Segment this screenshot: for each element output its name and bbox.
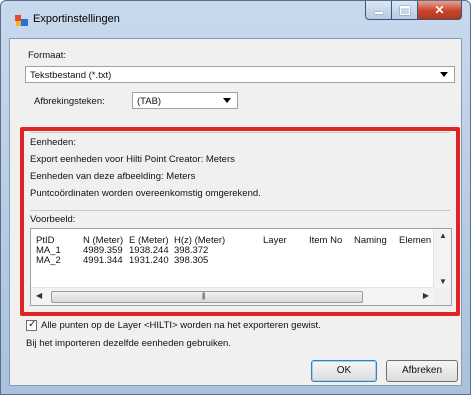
caption-buttons: ✕ xyxy=(365,1,462,21)
column-header-element[interactable]: Elemen xyxy=(399,235,431,246)
separator-value: (TAB) xyxy=(137,96,162,107)
scroll-up-icon[interactable]: ▲ xyxy=(439,231,447,240)
units-preview-highlight: Eenheden: Export eenheden voor Hilti Poi… xyxy=(20,127,460,316)
units-heading: Eenheden: xyxy=(30,137,76,148)
minimize-icon xyxy=(374,12,383,14)
group-divider xyxy=(30,210,450,211)
window-title: Exportinstellingen xyxy=(33,13,120,25)
delete-points-label[interactable]: Alle punten op de Layer <HILTI> worden n… xyxy=(41,320,321,331)
import-note: Bij het importeren dezelfde eenheden geb… xyxy=(26,338,231,349)
cell-n: 4991.344 xyxy=(83,255,123,266)
scroll-right-icon[interactable]: ▶ xyxy=(423,291,429,300)
cell-e: 1931.240 xyxy=(129,255,169,266)
scroll-thumb[interactable]: ||| xyxy=(51,291,363,303)
scroll-left-icon[interactable]: ◀ xyxy=(36,291,42,300)
maximize-icon xyxy=(399,5,410,15)
horizontal-scrollbar[interactable]: ◀ ||| ▶ xyxy=(31,287,434,305)
format-select[interactable]: Tekstbestand (*.txt) xyxy=(25,66,455,83)
ok-button[interactable]: OK xyxy=(311,360,377,382)
column-header-item-no[interactable]: Item No xyxy=(309,235,342,246)
close-button[interactable]: ✕ xyxy=(418,1,462,20)
chevron-down-icon xyxy=(440,72,448,77)
preview-label: Voorbeeld: xyxy=(30,214,76,225)
separator-label: Afbrekingsteken: xyxy=(34,96,105,107)
format-label: Formaat: xyxy=(28,50,67,61)
title-bar[interactable]: Exportinstellingen ✕ xyxy=(1,1,470,37)
scroll-down-icon[interactable]: ▼ xyxy=(439,277,447,286)
checkmark-icon: ✓ xyxy=(28,319,37,330)
group-top-border xyxy=(30,132,450,133)
export-settings-window: Exportinstellingen ✕ Formaat: Tekstbesta… xyxy=(0,0,471,395)
column-header-naming[interactable]: Naming xyxy=(354,235,387,246)
vertical-scrollbar[interactable]: ▲ ▼ xyxy=(433,229,451,288)
grip-icon: ||| xyxy=(202,293,206,300)
close-icon: ✕ xyxy=(434,3,445,17)
maximize-button[interactable] xyxy=(392,1,418,20)
units-image-line: Eenheden van deze afbeelding: Meters xyxy=(30,171,196,182)
delete-points-checkbox[interactable]: ✓ xyxy=(26,319,37,331)
scroll-corner xyxy=(434,288,451,305)
chevron-down-icon xyxy=(223,98,231,103)
preview-list[interactable]: PtID N (Meter) E (Meter) H(z) (Meter) La… xyxy=(30,228,452,306)
app-icon xyxy=(15,15,28,26)
separator-select[interactable]: (TAB) xyxy=(132,92,238,109)
format-value: Tekstbestand (*.txt) xyxy=(30,70,112,81)
minimize-button[interactable] xyxy=(365,1,392,20)
units-export-line: Export eenheden voor Hilti Point Creator… xyxy=(30,154,235,165)
units-convert-line: Puntcoördinaten worden overeenkomstig om… xyxy=(30,188,261,199)
column-header-layer[interactable]: Layer xyxy=(263,235,287,246)
cell-h: 398.305 xyxy=(174,255,209,266)
cancel-button[interactable]: Afbreken xyxy=(386,360,458,382)
cell-ptid: MA_2 xyxy=(36,255,61,266)
